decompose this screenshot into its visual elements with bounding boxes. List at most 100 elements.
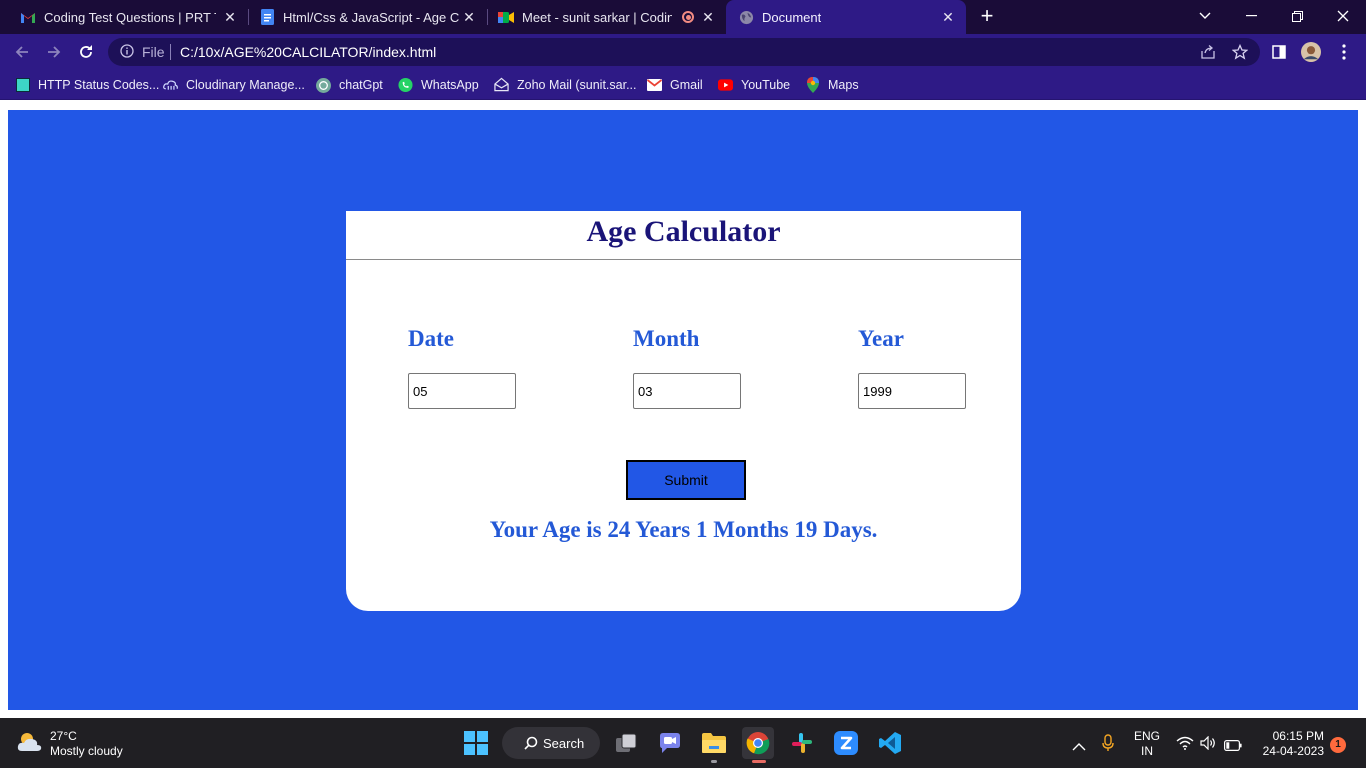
bookmark-maps[interactable]: Maps [805, 76, 859, 94]
tab-document[interactable]: Document ✕ [726, 0, 966, 34]
submit-button[interactable]: Submit [626, 460, 746, 500]
info-icon[interactable] [120, 44, 136, 60]
bookmark-label: WhatsApp [421, 78, 479, 92]
close-window-button[interactable] [1320, 0, 1366, 32]
share-icon[interactable] [1200, 44, 1216, 60]
recording-indicator-icon [682, 11, 694, 23]
tab-title: Document [762, 9, 822, 25]
globe-icon [738, 9, 754, 25]
clock-date: 24-04-2023 [1262, 744, 1324, 758]
task-view-icon[interactable] [610, 727, 642, 759]
address-bar[interactable]: File C:/10x/AGE%20CALCILATOR/index.html [108, 38, 1260, 66]
zoom-icon[interactable] [830, 727, 862, 759]
search-icon [524, 736, 538, 750]
bookmark-label: Gmail [670, 78, 703, 92]
scheme-label: File [142, 44, 165, 60]
openai-icon [316, 77, 331, 93]
side-panel-icon[interactable] [1269, 42, 1289, 62]
notification-badge[interactable]: 1 [1330, 737, 1346, 753]
browser-toolbar: File C:/10x/AGE%20CALCILATOR/index.html [0, 34, 1366, 70]
battery-icon[interactable] [1224, 738, 1242, 756]
more-menu-icon[interactable] [1334, 42, 1354, 62]
bookmarks-bar: HTTP Status Codes... Cloudinary Manage..… [0, 70, 1366, 100]
youtube-icon [718, 78, 733, 93]
file-explorer-icon[interactable] [698, 727, 730, 759]
bookmark-gmail[interactable]: Gmail [647, 76, 703, 94]
show-hidden-icons-chevron[interactable] [1072, 738, 1086, 756]
file-explorer-running-indicator [711, 760, 717, 763]
partly-cloudy-icon [16, 730, 44, 759]
clock-time: 06:15 PM [1272, 729, 1324, 743]
url-text[interactable]: C:/10x/AGE%20CALCILATOR/index.html [180, 44, 436, 60]
bookmark-chatgpt[interactable]: chatGpt [316, 76, 383, 94]
reload-icon[interactable] [74, 40, 98, 64]
back-arrow-icon[interactable] [10, 40, 34, 64]
start-windows-icon[interactable] [460, 727, 492, 759]
bookmark-label: HTTP Status Codes... [38, 78, 160, 92]
tab-gmail[interactable]: Coding Test Questions | PRT Test ✕ [12, 0, 246, 34]
bookmark-whatsapp[interactable]: WhatsApp [398, 76, 479, 94]
system-clock[interactable]: 06:15 PM 24-04-2023 [1252, 729, 1324, 759]
close-tab-icon[interactable]: ✕ [940, 9, 956, 25]
weather-condition: Mostly cloudy [50, 744, 123, 758]
language-code: ENG [1133, 729, 1160, 743]
tab-title: Coding Test Questions | PRT Test [44, 9, 216, 25]
google-meet-icon [498, 9, 514, 25]
google-docs-icon [259, 9, 275, 25]
bookmark-zoho-mail[interactable]: Zoho Mail (sunit.sar... [494, 76, 637, 94]
bookmark-square-icon [15, 78, 30, 93]
weather-temperature: 27°C [50, 729, 77, 743]
microphone-icon[interactable] [1102, 734, 1114, 757]
chrome-icon[interactable] [742, 727, 774, 759]
weather-widget[interactable]: 27°C Mostly cloudy [16, 728, 123, 760]
tab-title: Html/Css & JavaScript - Age Calc [283, 9, 459, 25]
bookmark-label: Cloudinary Manage... [186, 78, 305, 92]
year-label: Year [858, 326, 904, 351]
language-indicator[interactable]: ENG IN [1130, 729, 1164, 759]
search-label: Search [543, 735, 585, 751]
bookmark-label: Zoho Mail (sunit.sar... [517, 78, 637, 92]
age-calculator-card: Age Calculator Date Month Year Submit Yo… [346, 211, 1021, 611]
gmail-icon [647, 78, 662, 93]
restore-button[interactable] [1274, 0, 1320, 32]
year-input[interactable] [858, 373, 966, 409]
volume-icon[interactable] [1200, 735, 1216, 755]
page-title: Age Calculator [346, 211, 1021, 260]
vscode-icon[interactable] [874, 727, 906, 759]
minimize-button[interactable] [1228, 0, 1274, 32]
close-tab-icon[interactable]: ✕ [461, 9, 477, 25]
close-tab-icon[interactable]: ✕ [700, 9, 716, 25]
tab-google-docs[interactable]: Html/Css & JavaScript - Age Calc ✕ [251, 0, 485, 34]
bookmark-label: Maps [828, 78, 859, 92]
language-region: IN [1141, 744, 1153, 758]
browser-tab-strip: Coding Test Questions | PRT Test ✕ Html/… [0, 0, 1366, 34]
teams-chat-icon[interactable] [654, 727, 686, 759]
bookmark-http-status-codes[interactable]: HTTP Status Codes... [15, 76, 159, 94]
slack-icon[interactable] [786, 727, 818, 759]
address-divider [170, 44, 171, 60]
taskbar-search-button[interactable]: Search [502, 727, 600, 759]
date-input[interactable] [408, 373, 516, 409]
month-label: Month [633, 326, 700, 351]
windows-taskbar: 27°C Mostly cloudy Search ENG IN 06:15 P… [0, 718, 1366, 768]
tab-title: Meet - sunit sarkar | Coding [522, 9, 672, 25]
close-tab-icon[interactable]: ✕ [222, 9, 238, 25]
tab-separator [487, 9, 488, 25]
month-input[interactable] [633, 373, 741, 409]
page-viewport: Age Calculator Date Month Year Submit Yo… [0, 102, 1366, 718]
gmail-icon [20, 9, 36, 25]
wifi-icon[interactable] [1176, 736, 1194, 755]
bookmark-star-icon[interactable] [1231, 43, 1249, 60]
page-background: Age Calculator Date Month Year Submit Yo… [8, 110, 1358, 710]
new-tab-button[interactable]: + [975, 5, 999, 29]
profile-avatar[interactable] [1301, 42, 1321, 62]
tab-search-chevron-icon[interactable] [1182, 0, 1228, 32]
bookmark-youtube[interactable]: YouTube [718, 76, 790, 94]
date-label: Date [408, 326, 454, 351]
cloudinary-icon [163, 78, 178, 93]
forward-arrow-icon[interactable] [42, 40, 66, 64]
bookmark-cloudinary[interactable]: Cloudinary Manage... [163, 76, 305, 94]
zoho-mail-icon [494, 77, 509, 93]
whatsapp-icon [398, 77, 413, 93]
tab-google-meet[interactable]: Meet - sunit sarkar | Coding ✕ [490, 0, 724, 34]
